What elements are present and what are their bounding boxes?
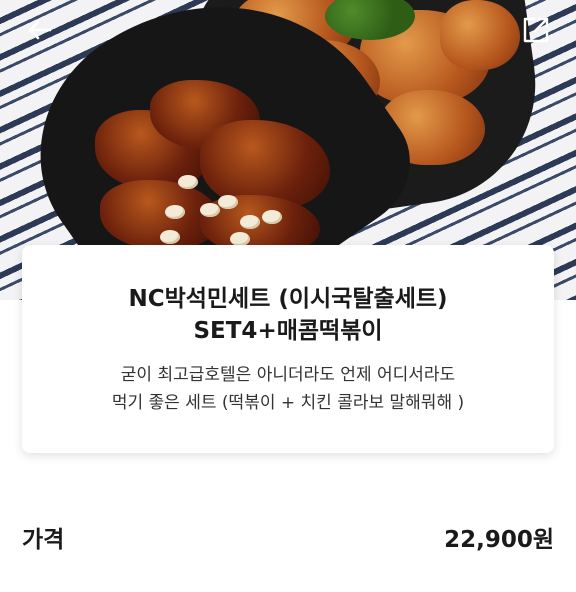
product-description-line1: 굳이 최고급호텔은 아니더라도 언제 어디서라도 <box>120 365 456 385</box>
price-row: 가격 22,900원 <box>22 520 554 554</box>
product-description-line2: 먹기 좋은 세트 (떡볶이 + 치킨 콜라보 말해뭐해 ) <box>111 393 465 413</box>
garlic-slice <box>218 195 238 209</box>
garlic-slice <box>230 232 250 246</box>
product-info-card: NC박석민세트 (이시국탈출세트) SET4+매콤떡볶이 굳이 최고급호텔은 아… <box>22 245 554 453</box>
product-title: NC박석민세트 (이시국탈출세트) SET4+매콤떡볶이 <box>22 283 554 347</box>
share-icon[interactable] <box>520 14 552 46</box>
garlic-slice <box>200 203 220 217</box>
product-title-line2: SET4+매콤떡볶이 <box>193 318 383 344</box>
back-arrow-icon[interactable] <box>24 14 56 46</box>
garlic-slice <box>178 175 198 189</box>
product-description: 굳이 최고급호텔은 아니더라도 언제 어디서라도 먹기 좋은 세트 (떡볶이 +… <box>22 361 554 417</box>
garlic-slice <box>262 210 282 224</box>
product-title-line1: NC박석민세트 (이시국탈출세트) <box>128 286 448 312</box>
price-label: 가격 <box>22 527 65 553</box>
garlic-slice <box>165 205 185 219</box>
garlic-slice <box>240 215 260 229</box>
fried-chicken-piece <box>440 0 520 70</box>
garlic-slice <box>160 230 180 244</box>
price-value: 22,900원 <box>444 527 554 553</box>
